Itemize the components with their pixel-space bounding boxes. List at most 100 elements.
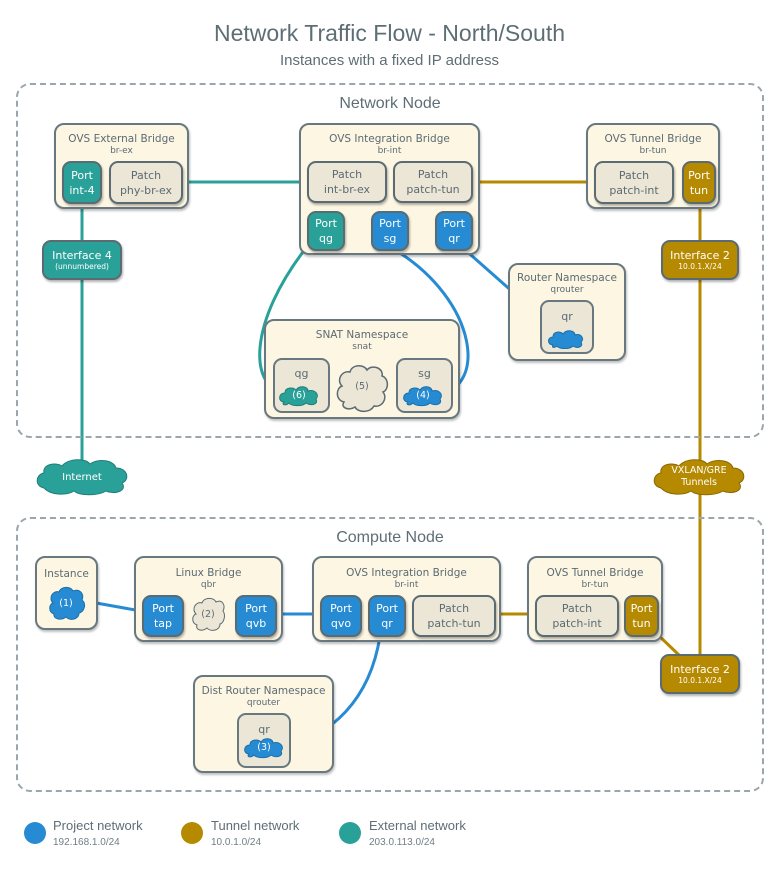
- box-title: Linux Bridge: [175, 567, 242, 579]
- box-title: OVS External Bridge: [68, 133, 175, 145]
- page-subtitle: Instances with a fixed IP address: [279, 52, 499, 69]
- patch-label: Patch: [331, 168, 363, 181]
- box-title: OVS Integration Bridge: [329, 133, 450, 145]
- patch-patch-int-compute[interactable]: Patch patch-int: [535, 595, 619, 637]
- port-name: qvb: [245, 617, 267, 630]
- port-tun-compute[interactable]: Port tun: [624, 595, 659, 637]
- interface-4[interactable]: Interface 4 (unnumbered): [42, 240, 122, 280]
- legend-tunnel-sub: 10.0.1.0/24: [211, 837, 262, 848]
- patch-patch-tun[interactable]: Patch patch-tun: [393, 161, 473, 203]
- port-sg[interactable]: Port sg: [371, 211, 409, 251]
- interface-name: Interface 4: [52, 248, 112, 262]
- box-subtitle: qrouter: [246, 698, 281, 708]
- patch-int-br-ex[interactable]: Patch int-br-ex: [307, 161, 387, 203]
- interface-name: Interface 2: [670, 662, 730, 676]
- patch-patch-tun-compute[interactable]: Patch patch-tun: [412, 595, 496, 637]
- patch-name: patch-int: [609, 183, 659, 197]
- port-label: Port: [443, 217, 465, 230]
- box-subtitle: qbr: [200, 580, 217, 590]
- port-name: tun: [632, 617, 651, 630]
- patch-phy-br-ex[interactable]: Patch phy-br-ex: [109, 161, 183, 204]
- port-label: Port: [379, 217, 401, 230]
- port-tun[interactable]: Port tun: [682, 161, 716, 204]
- patch-label: Patch: [438, 602, 470, 615]
- tunnels-label-line2: Tunnels: [681, 477, 717, 488]
- port-tap[interactable]: Port tap: [142, 595, 184, 637]
- box-subtitle: qrouter: [550, 285, 584, 295]
- inner-title: qr: [561, 310, 573, 323]
- box-title: OVS Integration Bridge: [346, 567, 467, 579]
- port-label: Port: [245, 602, 267, 615]
- port-name: sg: [383, 232, 397, 245]
- compute-node-title: Compute Node: [336, 529, 444, 546]
- ovs-tunnel-bridge-network: OVS Tunnel Bridge br-tun Patch patch-int…: [586, 123, 720, 209]
- legend: Project network 192.168.1.0/24 Tunnel ne…: [22, 818, 522, 858]
- port-qvb[interactable]: Port qvb: [235, 595, 277, 637]
- step-5-label: (5): [355, 381, 369, 392]
- port-name: qr: [448, 232, 460, 245]
- box-subtitle: br-int: [394, 580, 419, 590]
- inner-title: qr: [258, 723, 270, 736]
- port-name: qr: [381, 617, 393, 630]
- step-6-label: (6): [292, 390, 306, 401]
- port-name: tun: [689, 183, 709, 197]
- port-qvo[interactable]: Port qvo: [320, 595, 362, 637]
- box-title: Router Namespace: [517, 272, 617, 284]
- step-3-label: (3): [257, 742, 271, 753]
- patch-label: Patch: [561, 602, 593, 615]
- legend-external-sub: 203.0.113.0/24: [369, 837, 435, 848]
- patch-label: Patch: [618, 168, 650, 182]
- step-4-label: (4): [416, 390, 430, 401]
- legend-external-dot: [339, 822, 361, 844]
- interface-detail: (unnumbered): [55, 261, 109, 271]
- port-int-4[interactable]: Port int-4: [62, 161, 102, 204]
- legend-external-label: External network: [369, 818, 466, 833]
- port-label: Port: [152, 602, 174, 615]
- patch-label: Patch: [130, 168, 162, 182]
- legend-tunnel-label: Tunnel network: [211, 818, 300, 833]
- interface-2-compute[interactable]: Interface 2 10.0.1.X/24: [660, 654, 740, 694]
- patch-patch-int[interactable]: Patch patch-int: [594, 161, 674, 204]
- port-label: Port: [330, 602, 352, 615]
- box-subtitle: br-tun: [639, 146, 667, 156]
- cloud-icon: [548, 330, 584, 349]
- interface-2-network[interactable]: Interface 2 10.0.1.X/24: [661, 240, 739, 280]
- port-name: tap: [153, 617, 173, 630]
- box-subtitle: br-tun: [581, 580, 609, 590]
- port-label: Port: [315, 217, 337, 230]
- port-name: qvo: [330, 617, 352, 630]
- patch-label: Patch: [417, 168, 449, 181]
- legend-project-dot: [24, 822, 46, 844]
- inner-title: qg: [294, 367, 309, 380]
- box-title: SNAT Namespace: [315, 329, 409, 341]
- legend-project-label: Project network: [53, 818, 143, 833]
- patch-name: patch-tun: [427, 617, 481, 630]
- port-label: Port: [71, 168, 93, 182]
- ovs-external-bridge: OVS External Bridge br-ex Port int-4 Pat…: [54, 123, 189, 209]
- qr-interface: qr: [540, 300, 594, 354]
- port-qr-compute[interactable]: Port qr: [368, 595, 406, 637]
- router-namespace: Router Namespace qrouter qr: [508, 263, 626, 361]
- patch-name: phy-br-ex: [119, 183, 173, 197]
- port-qr[interactable]: Port qr: [435, 211, 473, 251]
- box-subtitle: snat: [352, 342, 372, 352]
- tunnels-label-line1: VXLAN/GRE: [671, 465, 727, 476]
- tunnels-label: VXLAN/GRE Tunnels: [651, 465, 747, 489]
- legend-tunnel-dot: [181, 822, 203, 844]
- patch-name: patch-int: [552, 617, 602, 630]
- step-2-label: (2): [201, 609, 215, 620]
- step-1-label: (1): [59, 598, 73, 609]
- port-qg[interactable]: Port qg: [307, 211, 345, 251]
- ovs-integration-bridge-network: OVS Integration Bridge br-int Patch int-…: [299, 123, 480, 255]
- port-label: Port: [630, 602, 653, 615]
- box-title: OVS Tunnel Bridge: [546, 567, 644, 579]
- legend-project-sub: 192.168.1.0/24: [53, 837, 120, 848]
- box-subtitle: br-ex: [110, 146, 133, 156]
- port-label: Port: [376, 602, 398, 615]
- box-subtitle: br-int: [377, 146, 402, 156]
- box-title: Instance: [44, 568, 89, 580]
- interface-detail: 10.0.1.X/24: [678, 261, 722, 271]
- port-name: qg: [319, 232, 333, 245]
- network-node-title: Network Node: [339, 95, 441, 112]
- port-label: Port: [688, 168, 710, 182]
